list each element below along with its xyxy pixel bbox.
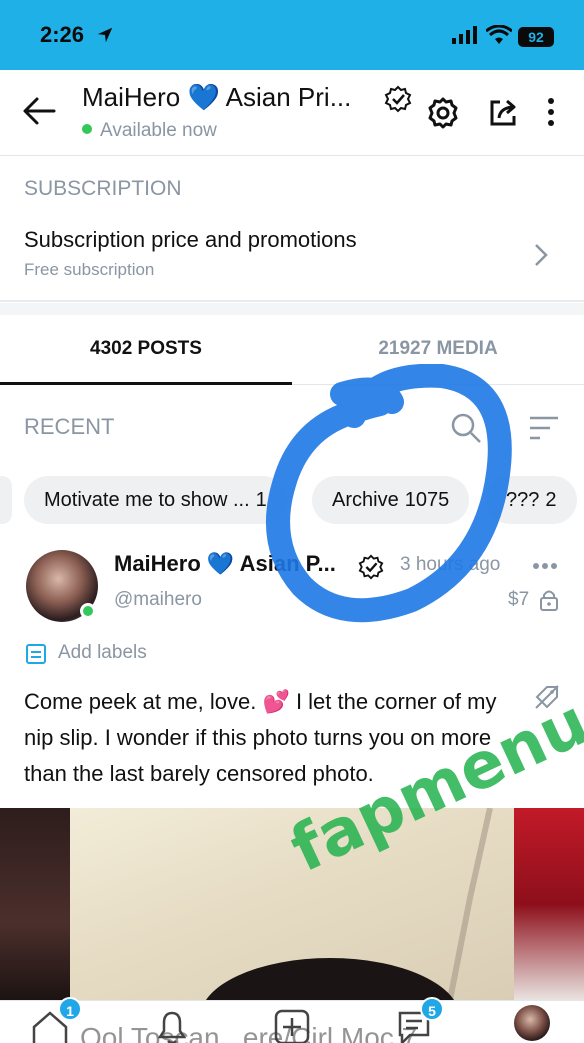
verified-icon bbox=[358, 554, 384, 580]
more-horizontal-icon[interactable] bbox=[532, 556, 558, 576]
home-badge: 1 bbox=[58, 997, 82, 1021]
post-author-name[interactable]: MaiHero 💙 Asian P... bbox=[114, 551, 336, 577]
add-labels-link[interactable]: Add labels bbox=[58, 642, 147, 664]
online-indicator bbox=[80, 603, 96, 619]
label-icon[interactable] bbox=[24, 642, 48, 666]
status-time: 2:26 bbox=[40, 22, 85, 47]
media-thumb-next[interactable] bbox=[514, 808, 584, 1000]
status-bar: 2:26 92 bbox=[0, 0, 584, 70]
lock-icon bbox=[540, 590, 558, 611]
post-timestamp: 3 hours ago bbox=[400, 554, 501, 575]
gear-icon[interactable] bbox=[426, 96, 460, 130]
profile-header: MaiHero 💙 Asian Pri... Available now bbox=[0, 70, 584, 156]
subscription-heading: SUBSCRIPTION bbox=[24, 177, 182, 200]
subscription-section: SUBSCRIPTION Subscription price and prom… bbox=[0, 157, 584, 302]
search-icon[interactable] bbox=[450, 412, 482, 444]
cellular-signal-icon bbox=[452, 26, 477, 44]
media-thumb-prev[interactable] bbox=[0, 808, 70, 1000]
wifi-icon bbox=[486, 25, 512, 44]
overlay-ghost-text: Ool Toscan...ere/Cirl Moc 7 bbox=[80, 1022, 418, 1043]
subscription-row-subtitle: Free subscription bbox=[24, 260, 155, 279]
sort-icon[interactable] bbox=[528, 414, 560, 442]
blue-heart-emoji: 💙 bbox=[187, 82, 220, 112]
post-author-rest: Asian P... bbox=[239, 551, 336, 576]
chevron-right-icon[interactable] bbox=[532, 243, 550, 267]
chip-count: 1 bbox=[255, 489, 267, 511]
chip-motivate[interactable]: Motivate me to show ... 1 bbox=[24, 476, 287, 524]
availability-text: Available now bbox=[100, 120, 217, 141]
recent-heading: RECENT bbox=[24, 414, 115, 439]
post-price: $7 bbox=[508, 589, 530, 610]
subscription-row-title[interactable]: Subscription price and promotions bbox=[24, 227, 357, 253]
chip-count: 1075 bbox=[404, 489, 450, 511]
post-author-first: MaiHero bbox=[114, 551, 201, 576]
chip-archive[interactable]: Archive 1075 bbox=[312, 476, 470, 524]
chip-unknown[interactable]: ??? 2 bbox=[486, 476, 577, 524]
chip-label: Archive bbox=[332, 489, 399, 511]
battery-indicator: 92 bbox=[518, 27, 554, 47]
chip-label: Motivate me to show ... bbox=[44, 489, 250, 511]
content-tabs: 4302 POSTS 21927 MEDIA bbox=[0, 315, 584, 385]
messages-badge: 5 bbox=[420, 997, 444, 1021]
location-arrow-icon bbox=[97, 27, 113, 43]
profile-avatar-tab[interactable] bbox=[514, 1005, 550, 1041]
verified-icon bbox=[384, 85, 412, 113]
tab-media[interactable]: 21927 MEDIA bbox=[292, 315, 584, 385]
chip-partial[interactable] bbox=[0, 476, 12, 524]
tab-posts[interactable]: 4302 POSTS bbox=[0, 315, 292, 385]
availability-status: Available now bbox=[82, 120, 217, 142]
label-chips: Motivate me to show ... 1 Archive 1075 ???… bbox=[0, 476, 584, 524]
back-arrow-icon[interactable] bbox=[22, 96, 56, 126]
online-dot bbox=[82, 124, 92, 134]
title-rest: Asian Pri... bbox=[225, 82, 352, 112]
section-divider bbox=[0, 303, 584, 315]
more-vertical-icon[interactable] bbox=[534, 96, 568, 130]
chip-label: ??? bbox=[506, 489, 540, 511]
share-icon[interactable] bbox=[486, 96, 520, 130]
blue-heart-emoji: 💙 bbox=[206, 551, 235, 576]
title-name: MaiHero bbox=[82, 82, 181, 112]
chip-count: 2 bbox=[545, 489, 557, 511]
page-title: MaiHero 💙 Asian Pri... bbox=[82, 82, 351, 113]
post-handle[interactable]: @maihero bbox=[114, 589, 202, 611]
